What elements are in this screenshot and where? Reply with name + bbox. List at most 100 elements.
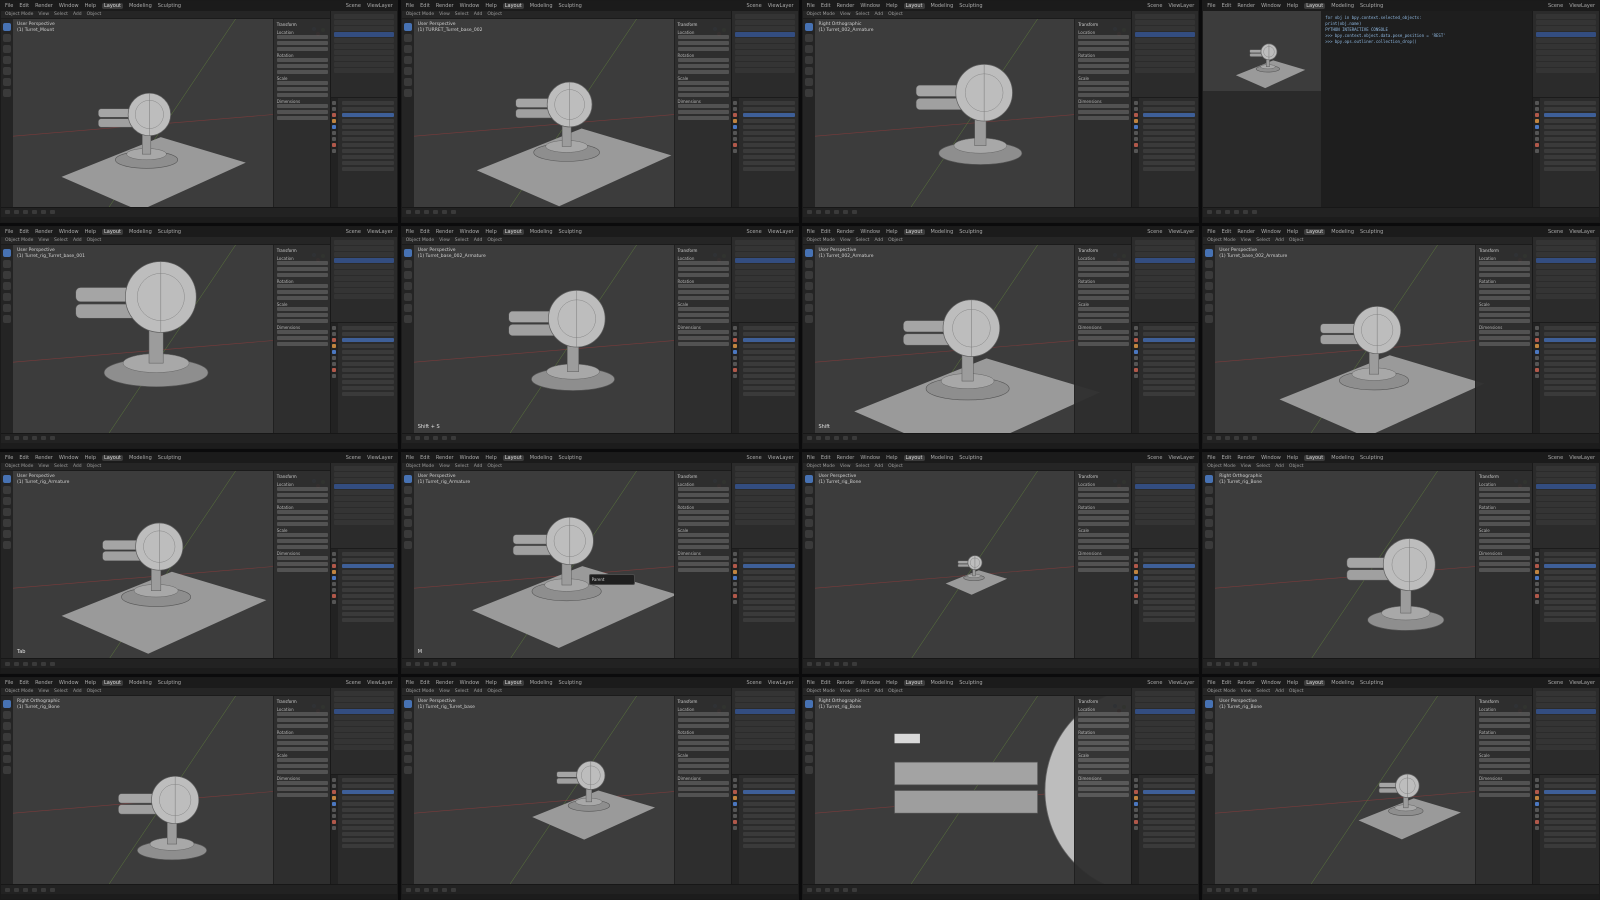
outliner-item[interactable] xyxy=(1135,239,1196,245)
header-item-object[interactable]: Object xyxy=(487,12,502,17)
transform-field[interactable] xyxy=(276,70,328,74)
properties-tab-icon[interactable] xyxy=(332,558,337,563)
tool-button[interactable] xyxy=(804,248,813,257)
properties-tab-icon[interactable] xyxy=(1133,807,1138,812)
property-row[interactable] xyxy=(1143,606,1196,611)
menu-window[interactable]: Window xyxy=(860,455,880,461)
transform-field[interactable] xyxy=(1078,272,1130,277)
properties-tab-icon[interactable] xyxy=(733,819,737,824)
properties-tab-icon[interactable] xyxy=(332,332,337,337)
outliner-item[interactable] xyxy=(333,26,394,31)
outliner-item[interactable] xyxy=(1135,507,1196,513)
transform-field[interactable] xyxy=(1078,35,1130,39)
header-item-select[interactable]: Select xyxy=(856,464,870,469)
outliner-item[interactable] xyxy=(1135,733,1196,739)
transform-field[interactable] xyxy=(1479,781,1530,786)
workspace-tab-sculpting[interactable]: Sculpting xyxy=(559,680,582,686)
transform-field[interactable] xyxy=(276,35,328,39)
property-row[interactable] xyxy=(742,789,795,794)
property-row[interactable] xyxy=(341,582,394,587)
header-item-select[interactable]: Select xyxy=(856,689,870,694)
tool-button[interactable] xyxy=(804,744,813,753)
workspace-tab-layout[interactable]: Layout xyxy=(903,228,925,235)
properties-tab-icon[interactable] xyxy=(1133,118,1138,123)
view-layer-selector[interactable]: ViewLayer xyxy=(1168,455,1194,461)
menu-edit[interactable]: Edit xyxy=(19,680,29,686)
transform-field[interactable] xyxy=(1078,283,1130,288)
outliner-item[interactable] xyxy=(1536,26,1596,31)
property-row[interactable] xyxy=(1544,582,1596,587)
transform-field[interactable] xyxy=(677,735,729,740)
properties-tab-icon[interactable] xyxy=(733,795,737,800)
property-row[interactable] xyxy=(1143,552,1196,557)
property-row[interactable] xyxy=(742,831,795,836)
workspace-tab-sculpting[interactable]: Sculpting xyxy=(158,229,181,235)
header-item-view[interactable]: View xyxy=(1241,464,1252,469)
header-item-object[interactable]: Object xyxy=(87,12,102,17)
property-row[interactable] xyxy=(341,386,394,391)
tool-button[interactable] xyxy=(403,700,412,709)
property-row[interactable] xyxy=(1544,124,1596,129)
tool-button[interactable] xyxy=(804,766,813,775)
tool-button[interactable] xyxy=(3,259,11,268)
property-row[interactable] xyxy=(742,618,795,623)
tool-button[interactable] xyxy=(3,89,11,97)
outliner-item[interactable] xyxy=(1135,56,1196,61)
workspace-tab-sculpting[interactable]: Sculpting xyxy=(158,3,181,9)
transform-field[interactable] xyxy=(276,538,328,543)
tool-button[interactable] xyxy=(1205,507,1214,516)
outliner-item[interactable] xyxy=(333,745,394,751)
transform-field[interactable] xyxy=(1479,718,1530,723)
turret-model[interactable] xyxy=(61,522,267,654)
scene-selector[interactable]: Scene xyxy=(1548,3,1563,9)
tool-button[interactable] xyxy=(1205,485,1214,494)
menu-window[interactable]: Window xyxy=(860,680,880,686)
workspace-tab-layout[interactable]: Layout xyxy=(102,3,123,9)
menu-window[interactable]: Window xyxy=(1261,680,1281,686)
playback-button[interactable] xyxy=(14,661,19,666)
playback-button[interactable] xyxy=(405,661,411,666)
tool-button[interactable] xyxy=(3,496,11,505)
playback-button[interactable] xyxy=(23,436,28,440)
properties-tab-icon[interactable] xyxy=(733,344,737,349)
playback-button[interactable] xyxy=(806,436,812,440)
transform-field[interactable] xyxy=(1078,58,1130,62)
menu-help[interactable]: Help xyxy=(886,455,897,461)
outliner-item[interactable] xyxy=(333,14,394,19)
transform-field[interactable] xyxy=(1078,81,1130,85)
properties-tab-icon[interactable] xyxy=(733,148,737,153)
property-row[interactable] xyxy=(341,777,394,782)
transform-field[interactable] xyxy=(1078,567,1130,572)
header-item-object-mode[interactable]: Object Mode xyxy=(807,689,835,694)
property-row[interactable] xyxy=(1143,386,1196,391)
property-row[interactable] xyxy=(341,594,394,599)
tool-button[interactable] xyxy=(1205,766,1214,775)
property-row[interactable] xyxy=(341,368,394,373)
tool-button[interactable] xyxy=(3,34,11,42)
playback-button[interactable] xyxy=(1243,661,1249,666)
tool-button[interactable] xyxy=(403,303,412,312)
properties-tab-icon[interactable] xyxy=(332,142,337,147)
tool-button[interactable] xyxy=(3,755,11,764)
playback-button[interactable] xyxy=(833,887,839,892)
menu-help[interactable]: Help xyxy=(1287,455,1298,461)
property-row[interactable] xyxy=(742,801,795,806)
transform-field[interactable] xyxy=(1479,555,1530,560)
outliner-item[interactable] xyxy=(333,513,394,519)
scene-selector[interactable]: Scene xyxy=(746,3,761,9)
transform-field[interactable] xyxy=(1479,521,1530,526)
property-row[interactable] xyxy=(742,837,795,842)
playback-button[interactable] xyxy=(851,661,857,666)
properties-tab-icon[interactable] xyxy=(332,576,337,581)
tool-button[interactable] xyxy=(3,507,11,516)
menu-window[interactable]: Window xyxy=(460,455,480,461)
tool-button[interactable] xyxy=(1205,292,1214,301)
outliner-item[interactable] xyxy=(1536,465,1596,471)
properties-tab-icon[interactable] xyxy=(1133,777,1138,782)
workspace-tab-modeling[interactable]: Modeling xyxy=(129,3,152,9)
transform-field[interactable] xyxy=(1479,758,1530,763)
property-row[interactable] xyxy=(1143,166,1196,171)
header-item-object[interactable]: Object xyxy=(87,238,102,243)
tool-button[interactable] xyxy=(804,259,813,268)
tool-button[interactable] xyxy=(403,78,412,86)
